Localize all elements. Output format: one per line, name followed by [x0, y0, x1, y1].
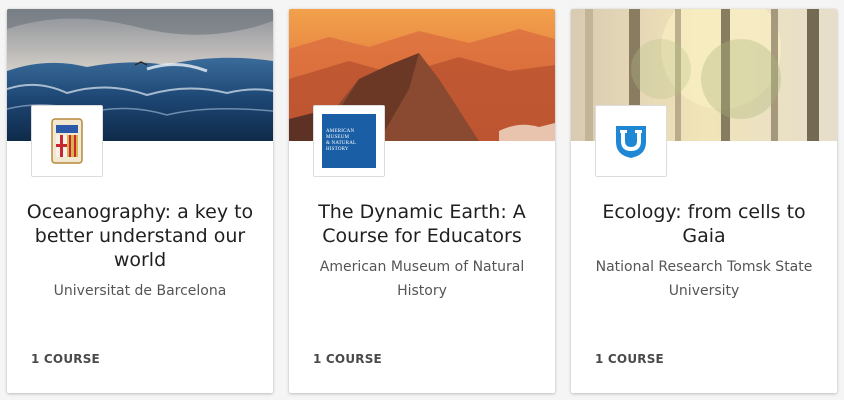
course-card-dynamic-earth[interactable]: AMERICAN MUSEUM & NATURAL HISTORY The Dy…: [289, 9, 555, 393]
tomsk-logo: [595, 105, 667, 177]
course-count: 1 COURSE: [313, 352, 382, 366]
museum-logo: AMERICAN MUSEUM & NATURAL HISTORY: [313, 105, 385, 177]
organization-name: National Research Tomsk State University: [595, 259, 813, 299]
organization-name: American Museum of Natural History: [319, 259, 525, 299]
museum-logo-icon: AMERICAN MUSEUM & NATURAL HISTORY: [322, 114, 376, 168]
museum-logo-line-2: & NATURAL HISTORY: [326, 141, 357, 152]
course-title[interactable]: Ecology: from cells to Gaia: [585, 200, 823, 248]
course-card-ecology[interactable]: Ecology: from cells to Gaia National Res…: [571, 9, 837, 393]
course-title[interactable]: The Dynamic Earth: A Course for Educator…: [303, 200, 541, 248]
museum-logo-line-1: AMERICAN MUSEUM: [326, 129, 355, 140]
course-count: 1 COURSE: [31, 352, 100, 366]
university-crest-icon: [51, 118, 83, 164]
course-title[interactable]: Oceanography: a key to better understand…: [21, 200, 259, 272]
university-logo: [31, 105, 103, 177]
u-shield-icon: [616, 126, 646, 158]
organization-name: Universitat de Barcelona: [53, 283, 227, 299]
course-count: 1 COURSE: [595, 352, 664, 366]
course-card-oceanography[interactable]: Oceanography: a key to better understand…: [7, 9, 273, 393]
